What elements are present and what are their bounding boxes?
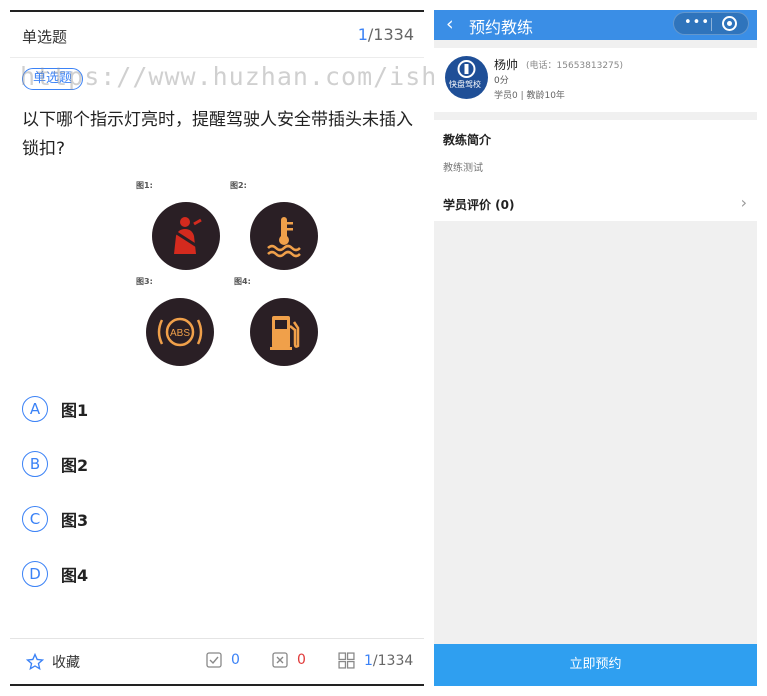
favorite-button[interactable]: 收藏 <box>26 652 80 672</box>
correct-count[interactable]: 0 <box>206 652 240 668</box>
bottom-divider <box>10 684 424 686</box>
check-box-icon <box>206 652 222 668</box>
quiz-header: 单选题 1/1334 <box>10 12 424 58</box>
intro-text: 教练测试 <box>443 163 483 174</box>
back-chevron-icon[interactable]: ‹ <box>446 14 454 34</box>
option-a[interactable]: A 图1 <box>22 394 222 424</box>
capsule-divider <box>711 18 712 31</box>
wrong-count-value: 0 <box>297 652 306 668</box>
progress-counter: 1/1334 <box>364 653 413 669</box>
chevron-right-icon: › <box>740 193 747 212</box>
question-figure: 图1: 图2: 图3: 图4: ABS <box>128 178 318 368</box>
progress-current: 1 <box>364 652 373 669</box>
question-type-badge: 单选题 <box>22 68 84 90</box>
school-logo-icon <box>457 60 476 78</box>
quiz-footer: 收藏 0 0 1/1334 <box>10 638 424 686</box>
figure-caption-4: 图4: <box>234 277 251 286</box>
booking-panel: ‹ 预约教练 ••• 快盘驾校 杨帅 (电话：15653813275) 0分 学… <box>434 10 757 686</box>
question-counter: 1/1334 <box>358 25 414 44</box>
coolant-temperature-icon <box>250 202 318 270</box>
option-a-letter: A <box>22 396 48 422</box>
wrong-count[interactable]: 0 <box>272 652 306 668</box>
question-type-title: 单选题 <box>22 28 68 46</box>
abs-warning-icon: ABS <box>146 298 214 366</box>
intro-title: 教练简介 <box>443 133 492 147</box>
more-icon[interactable]: ••• <box>684 15 710 30</box>
coach-meta: 学员0 | 教龄10年 <box>494 91 565 101</box>
option-a-text: 图1 <box>61 401 89 420</box>
correct-count-value: 0 <box>231 652 240 668</box>
coach-intro-section: 教练简介 教练测试 学员评价 (0) › <box>434 120 757 221</box>
option-d-letter: D <box>22 561 48 587</box>
nav-bar: ‹ 预约教练 ••• <box>434 10 757 40</box>
coach-name: 杨帅 <box>494 58 519 72</box>
coach-score: 0分 <box>494 76 509 86</box>
cross-box-icon <box>272 652 288 668</box>
option-b-letter: B <box>22 451 48 477</box>
counter-current: 1 <box>357 25 368 44</box>
avatar-text: 快盘驾校 <box>449 80 481 89</box>
option-c[interactable]: C 图3 <box>22 504 222 534</box>
nav-title: 预约教练 <box>469 18 534 37</box>
quiz-panel: 单选题 1/1334 单选题 https://www.huzhan.com/is… <box>10 10 533 686</box>
coach-phone: (电话：15653813275) <box>526 61 624 71</box>
student-reviews-row[interactable]: 学员评价 (0) › <box>434 190 757 218</box>
figure-caption-3: 图3: <box>136 277 153 286</box>
favorite-label: 收藏 <box>52 655 80 671</box>
figure-caption-1: 图1: <box>136 181 153 190</box>
option-c-text: 图3 <box>61 511 89 530</box>
star-icon <box>26 653 44 671</box>
fuel-warning-icon <box>250 298 318 366</box>
answer-sheet-button[interactable]: 1/1334 <box>338 652 413 669</box>
reviews-label: 学员评价 (0) <box>443 198 515 212</box>
option-d-text: 图4 <box>61 566 89 585</box>
grid-icon <box>338 652 355 669</box>
book-now-button[interactable]: 立即预约 <box>434 644 757 686</box>
seatbelt-warning-icon <box>152 202 220 270</box>
progress-total: /1334 <box>372 652 414 669</box>
mini-program-capsule: ••• <box>673 12 749 35</box>
counter-total: /1334 <box>367 25 414 44</box>
figure-caption-2: 图2: <box>230 181 247 190</box>
option-d[interactable]: D 图4 <box>22 559 222 589</box>
option-b-text: 图2 <box>61 456 89 475</box>
option-c-letter: C <box>22 506 48 532</box>
abs-text: ABS <box>170 328 190 339</box>
close-target-icon[interactable] <box>722 16 737 31</box>
avatar: 快盘驾校 <box>445 56 488 99</box>
option-b[interactable]: B 图2 <box>22 449 222 479</box>
question-text: 以下哪个指示灯亮时，提醒驾驶人安全带插头未插入锁扣? <box>22 110 413 159</box>
coach-card: 快盘驾校 杨帅 (电话：15653813275) 0分 学员0 | 教龄10年 <box>434 48 757 112</box>
